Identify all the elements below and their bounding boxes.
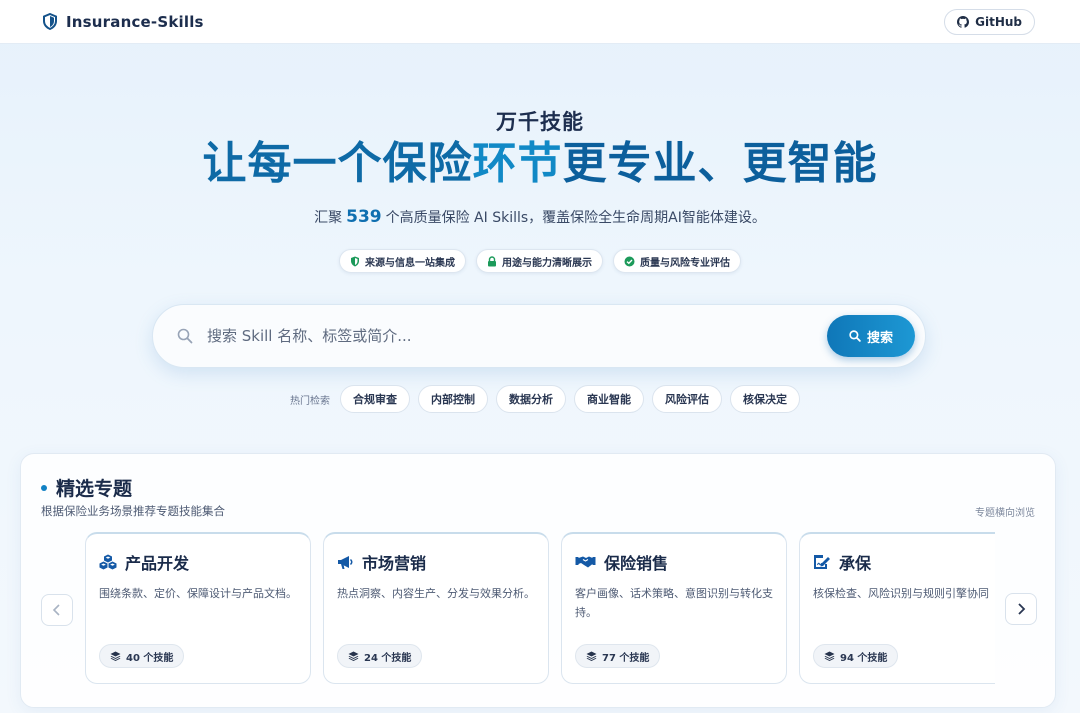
hot-tag[interactable]: 核保决定 [730, 385, 800, 413]
card-description: 热点洞察、内容生产、分发与效果分析。 [337, 587, 535, 600]
carousel-next-button[interactable] [1005, 593, 1037, 625]
skill-count-badge: 40 个技能 [99, 644, 185, 668]
brand[interactable]: Insurance-Skills [42, 13, 204, 31]
hot-tag[interactable]: 合规审查 [340, 385, 410, 413]
hot-tag[interactable]: 商业智能 [574, 385, 644, 413]
badge-label: 质量与风险专业评估 [640, 257, 730, 269]
chevron-right-icon [1018, 603, 1026, 615]
badge-quality: 质量与风险专业评估 [613, 249, 741, 273]
hot-tag[interactable]: 风险评估 [652, 385, 722, 413]
skill-count-text: 40 个技能 [126, 652, 174, 664]
skill-count-text: 94 个技能 [840, 652, 888, 664]
topic-card-product[interactable]: 产品开发 围绕条款、定价、保障设计与产品文档。 40 个技能 [85, 532, 311, 684]
card-title: 产品开发 [125, 554, 190, 573]
card-title: 保险销售 [604, 554, 669, 573]
brand-name: Insurance-Skills [66, 12, 204, 31]
hero-subtitle: 汇聚 539 个高质量保险 AI Skills，覆盖保险全生命周期AI智能体建设。 [0, 207, 1080, 227]
github-label: GitHub [975, 14, 1022, 29]
lock-icon [488, 255, 496, 266]
skill-count-text: 24 个技能 [364, 652, 412, 664]
title-dot [41, 484, 47, 491]
topic-carousel: 产品开发 围绕条款、定价、保障设计与产品文档。 40 个技能 市场营销 热点洞察… [85, 532, 995, 684]
badge-label: 用途与能力清晰展示 [502, 257, 592, 269]
shield-icon [351, 256, 359, 266]
feature-badges: 来源与信息一站集成 用途与能力清晰展示 质量与风险专业评估 [0, 249, 1080, 273]
layers-icon [586, 651, 597, 661]
check-circle-icon [624, 256, 635, 266]
hot-searches-label: 热门检索 [290, 395, 330, 407]
card-description: 围绕条款、定价、保障设计与产品文档。 [99, 587, 297, 600]
hero-title-part2: 环节 [472, 138, 563, 189]
section-subtitle: 根据保险业务场景推荐专题技能集合 [41, 504, 225, 518]
search-icon [177, 328, 193, 344]
search-icon [849, 330, 861, 342]
skill-count-badge: 24 个技能 [337, 644, 423, 668]
hot-searches: 热门检索 合规审查 内部控制 数据分析 商业智能 风险评估 核保决定 [290, 385, 800, 413]
search-bar: 搜索 [152, 304, 926, 368]
layers-icon [348, 651, 359, 661]
browse-hint: 专题横向浏览 [975, 508, 1035, 519]
carousel-prev-button[interactable] [41, 594, 73, 626]
hot-tag[interactable]: 数据分析 [496, 385, 566, 413]
search-input[interactable] [207, 327, 827, 345]
megaphone-icon [338, 555, 353, 569]
github-button[interactable]: GitHub [944, 8, 1035, 35]
search-button[interactable]: 搜索 [827, 315, 915, 357]
hero-title-part3: 更专业、更智能 [562, 138, 878, 189]
shield-logo-icon [43, 13, 57, 30]
layers-icon [110, 651, 121, 661]
card-description: 客户画像、话术策略、意图识别与转化支持。 [575, 587, 773, 619]
badge-label: 来源与信息一站集成 [365, 257, 455, 269]
github-icon [957, 15, 970, 28]
signature-icon [814, 555, 830, 569]
subtitle-suffix: 个高质量保险 AI Skills，覆盖保险全生命周期AI智能体建设。 [385, 210, 766, 226]
hero-title: 让每一个保险环节更专业、更智能 [0, 136, 1080, 192]
handshake-icon [575, 556, 596, 568]
skill-count-badge: 94 个技能 [813, 644, 899, 668]
search-button-label: 搜索 [866, 330, 893, 346]
hero-eyebrow: 万千技能 [496, 110, 584, 134]
section-title: 精选专题 [41, 474, 132, 501]
hero-title-part1: 让每一个保险 [202, 138, 473, 189]
top-nav: Insurance-Skills GitHub [0, 0, 1080, 44]
topic-card-marketing[interactable]: 市场营销 热点洞察、内容生产、分发与效果分析。 24 个技能 [323, 532, 549, 684]
badge-usage: 用途与能力清晰展示 [476, 249, 603, 273]
layers-icon [824, 651, 835, 661]
section-title-text: 精选专题 [56, 478, 133, 500]
skill-count: 539 [346, 207, 382, 227]
topic-card-sales[interactable]: 保险销售 客户画像、话术策略、意图识别与转化支持。 77 个技能 [561, 532, 787, 684]
badge-source: 来源与信息一站集成 [339, 249, 466, 273]
card-description: 核保检查、风险识别与规则引擎协同 [813, 587, 989, 600]
topic-card-underwriting[interactable]: 承保 核保检查、风险识别与规则引擎协同 94 个技能 [799, 532, 995, 684]
subtitle-prefix: 汇聚 [314, 210, 343, 226]
featured-topics-panel: 精选专题 根据保险业务场景推荐专题技能集合 专题横向浏览 产品开发 围绕条款、定… [20, 453, 1056, 708]
hot-tag[interactable]: 内部控制 [418, 385, 488, 413]
cubes-icon [99, 554, 117, 570]
card-title: 承保 [839, 554, 872, 573]
skill-count-text: 77 个技能 [602, 652, 650, 664]
card-title: 市场营销 [362, 554, 427, 573]
skill-count-badge: 77 个技能 [575, 644, 661, 668]
chevron-left-icon [52, 604, 60, 616]
